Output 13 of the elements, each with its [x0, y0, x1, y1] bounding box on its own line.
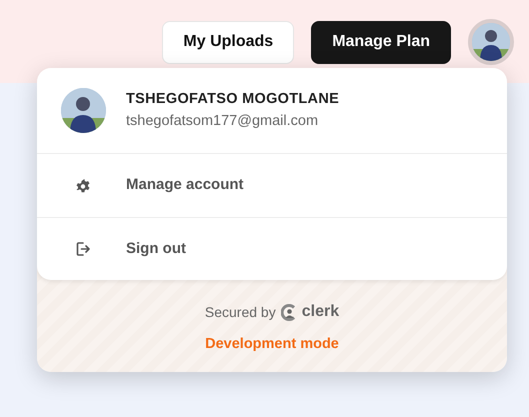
- menu-item[interactable]: Sign out: [37, 217, 507, 280]
- user-name: TSHEGOFATSO MOGOTLANE: [126, 90, 340, 109]
- menu-item[interactable]: Manage account: [37, 154, 507, 217]
- logo-icon: [280, 304, 297, 320]
- avatar: [61, 88, 106, 133]
- brand-name: clerk: [302, 302, 340, 322]
- user-email: tshegofatsom177@gmail.com: [126, 112, 320, 130]
- settings-icon: [75, 178, 91, 194]
- secured-by-text: Secured by: [204, 302, 276, 322]
- sign-out-icon: [75, 241, 91, 257]
- uploads-button[interactable]: My Uploads: [162, 20, 294, 64]
- plan-button[interactable]: Manage Plan: [311, 20, 451, 64]
- mode-label: Development mode: [205, 335, 339, 354]
